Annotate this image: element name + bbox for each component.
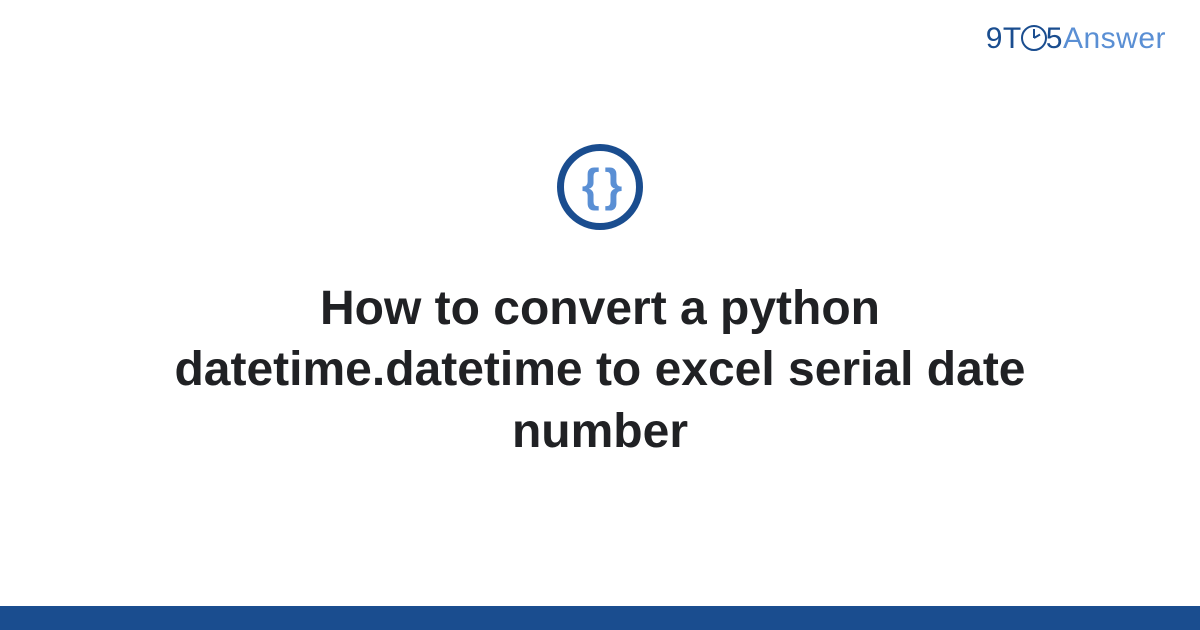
code-braces-glyph: { } (582, 162, 619, 208)
page-title: How to convert a python datetime.datetim… (140, 278, 1060, 462)
code-braces-icon: { } (557, 144, 643, 230)
footer-bar (0, 606, 1200, 630)
main-content: { } How to convert a python datetime.dat… (0, 0, 1200, 606)
